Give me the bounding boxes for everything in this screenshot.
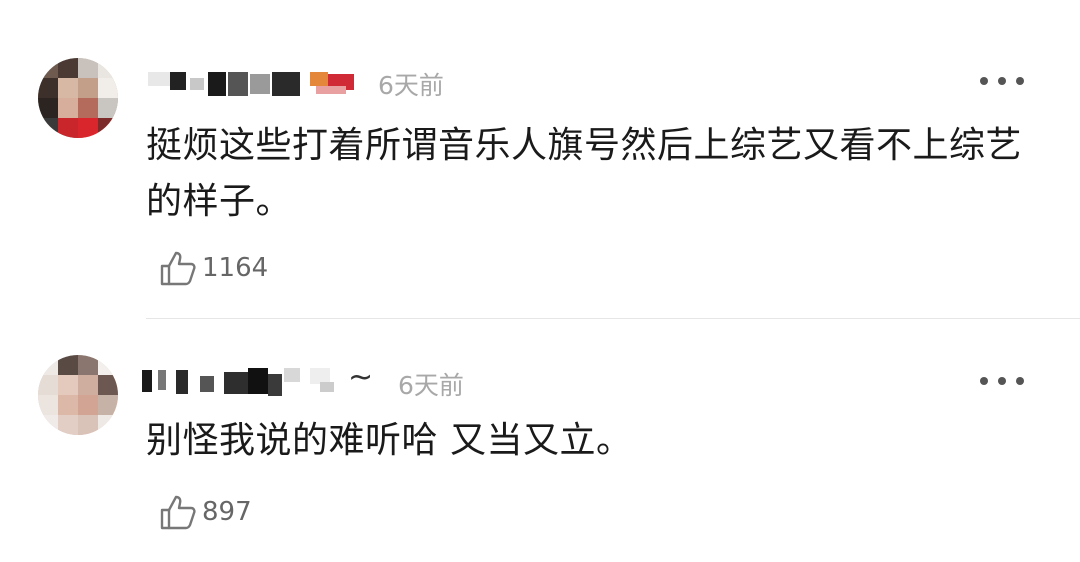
- like-count: 897: [202, 497, 252, 527]
- more-dots-icon[interactable]: [980, 66, 1024, 96]
- comment-text: 别怪我说的难听哈 又当又立。: [146, 420, 633, 461]
- like-button[interactable]: 1164: [158, 246, 268, 290]
- divider: [146, 318, 1080, 319]
- comment-time: 6天前: [398, 371, 464, 400]
- username-censored[interactable]: [140, 66, 370, 96]
- more-dots-icon[interactable]: [980, 366, 1024, 396]
- comment-text: 挺烦这些打着所谓音乐人旗号然后上综艺又看不上综艺的样子。: [146, 125, 1023, 222]
- thumbs-up-icon: [158, 492, 198, 532]
- like-button[interactable]: 897: [158, 490, 252, 534]
- comment-time: 6天前: [378, 71, 444, 100]
- avatar[interactable]: [38, 58, 118, 138]
- like-count: 1164: [202, 253, 269, 283]
- thumbs-up-icon: [158, 248, 198, 288]
- avatar[interactable]: [38, 355, 118, 435]
- username-suffix: ~: [348, 360, 374, 395]
